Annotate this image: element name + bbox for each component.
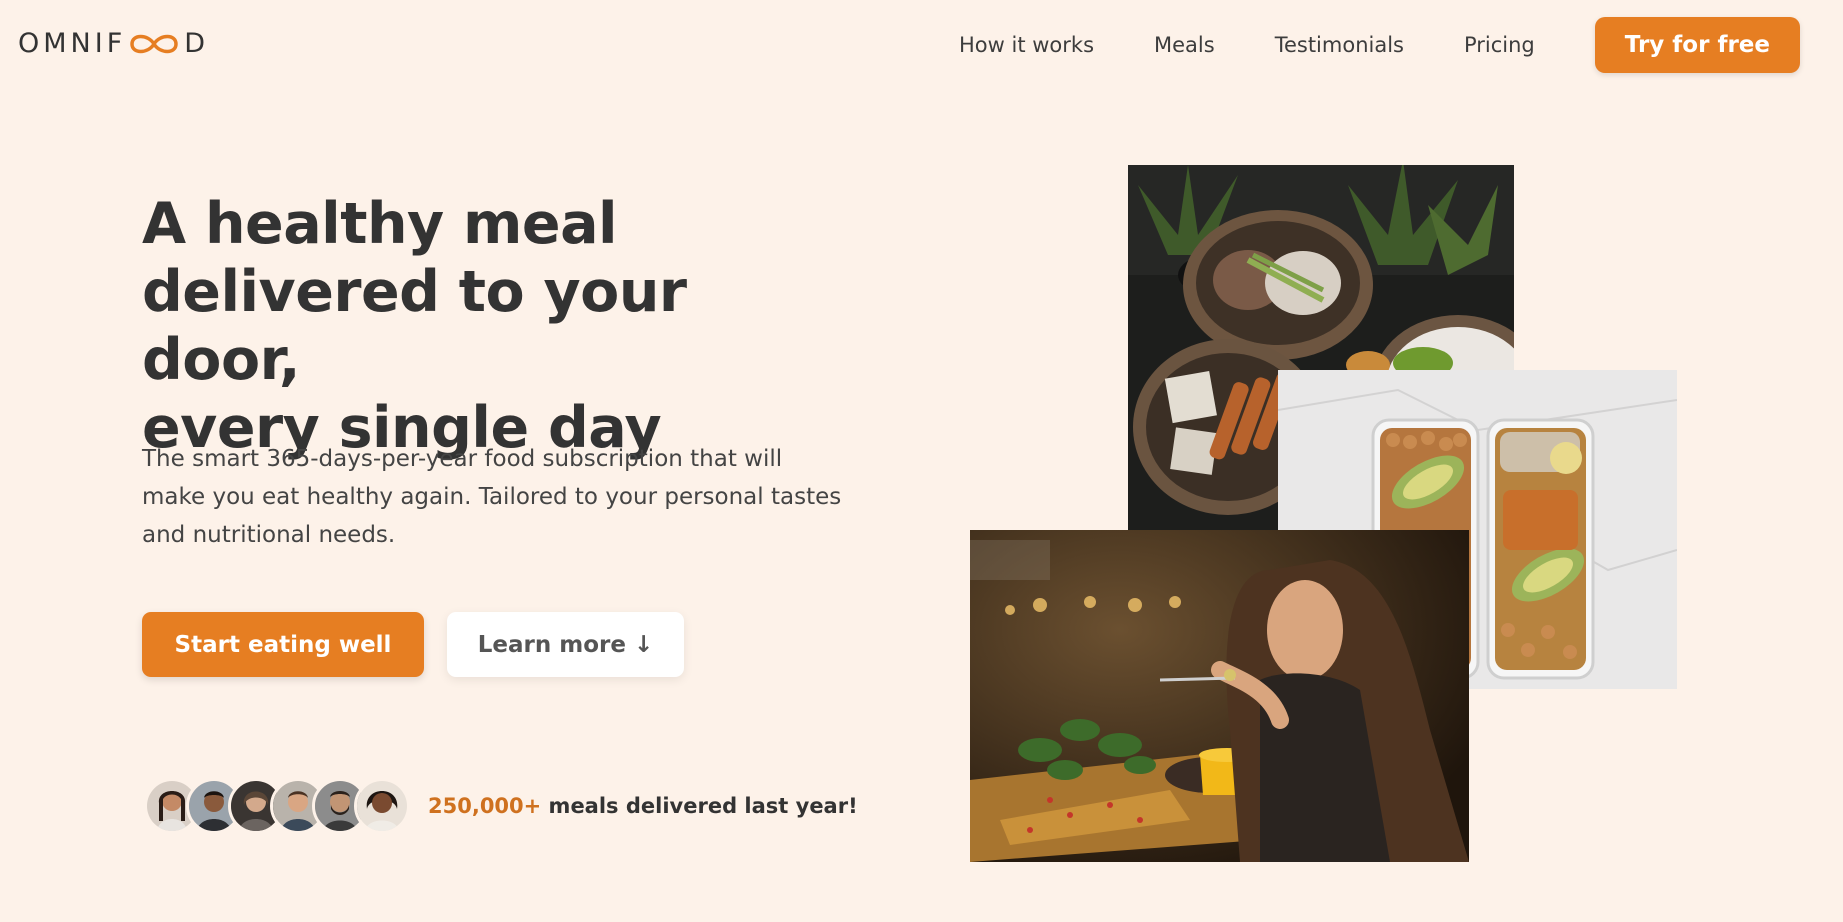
delivered-text: 250,000+ meals delivered last year! <box>428 794 858 818</box>
nav-link-pricing[interactable]: Pricing <box>1464 33 1535 57</box>
nav-link-how-it-works[interactable]: How it works <box>959 33 1094 57</box>
main-nav: How it works Meals Testimonials Pricing … <box>959 0 1843 90</box>
site-header: OMNIF D How it works Meals Testimonials … <box>0 0 1843 90</box>
hero-title: A healthy meal delivered to your door, e… <box>142 190 862 462</box>
logo-text-start: OMNIF <box>18 28 127 59</box>
learn-more-button[interactable]: Learn more ↓ <box>447 612 684 677</box>
delivered-label: meals delivered last year! <box>541 794 858 818</box>
start-eating-well-button[interactable]: Start eating well <box>142 612 424 677</box>
try-for-free-button[interactable]: Try for free <box>1594 17 1800 73</box>
hero-title-line-1: A healthy meal <box>142 191 618 257</box>
nav-link-meals[interactable]: Meals <box>1154 33 1215 57</box>
omnifood-logo[interactable]: OMNIF D <box>18 28 209 59</box>
hero-title-line-2: delivered to your door, <box>142 259 687 393</box>
nav-link-testimonials[interactable]: Testimonials <box>1275 33 1404 57</box>
infinity-icon <box>126 30 182 58</box>
hero-description: The smart 365-days-per-year food subscri… <box>142 446 842 548</box>
customer-avatars <box>144 778 410 834</box>
delivered-count: 250,000+ <box>428 794 542 818</box>
avatar <box>354 778 410 834</box>
woman-eating-photo <box>970 530 1469 862</box>
logo-text-end: D <box>184 28 210 59</box>
delivered-meals: 250,000+ meals delivered last year! <box>144 778 858 834</box>
